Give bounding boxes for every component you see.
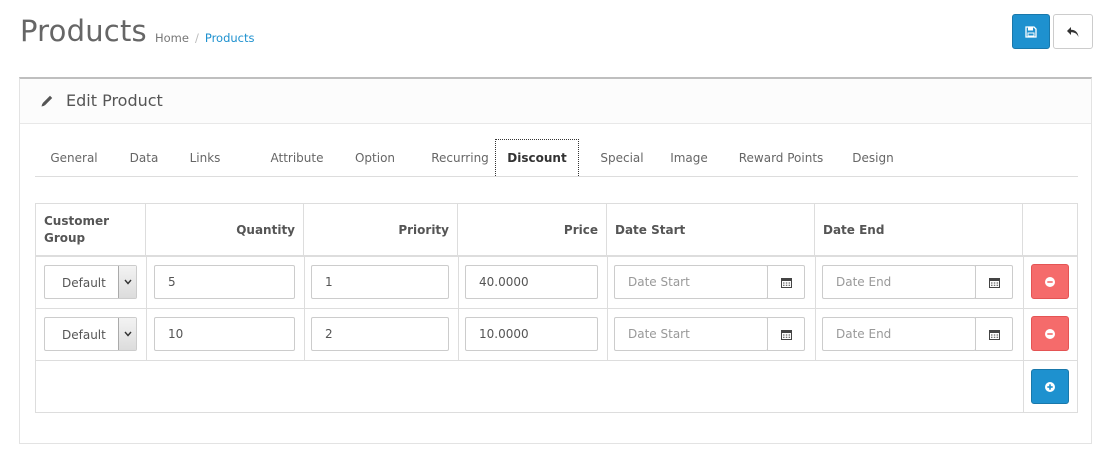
breadcrumb-home-link[interactable]: Home	[155, 31, 189, 45]
header-group-text: Group	[44, 231, 86, 245]
quantity-input[interactable]: 10	[154, 317, 295, 351]
tab-data[interactable]: Data	[123, 139, 165, 177]
minus-circle-icon	[1045, 276, 1055, 287]
add-discount-button[interactable]	[1031, 369, 1069, 404]
header-date-end: Date End	[815, 204, 1023, 256]
chevron-down-icon	[118, 266, 136, 298]
calendar-icon	[988, 277, 1000, 288]
header-divider	[36, 255, 1077, 257]
page-title: Products	[20, 14, 147, 48]
column-divider	[1023, 256, 1024, 412]
floppy-disk-icon	[1025, 25, 1037, 38]
date-end-input[interactable]: Date End	[822, 265, 976, 299]
date-start-input[interactable]: Date Start	[614, 317, 768, 351]
minus-circle-icon	[1045, 328, 1055, 339]
header-date-start: Date Start	[607, 204, 815, 256]
column-divider	[304, 256, 305, 360]
price-input[interactable]: 40.0000	[465, 265, 598, 299]
calendar-icon	[780, 329, 792, 340]
priority-input[interactable]: 2	[311, 317, 449, 351]
page-header: Products Home / Products	[0, 0, 1100, 70]
tab-design[interactable]: Design	[843, 139, 903, 177]
remove-discount-button[interactable]	[1031, 264, 1069, 299]
priority-input[interactable]: 1	[311, 265, 449, 299]
row-divider	[36, 308, 1077, 309]
column-divider	[815, 256, 816, 360]
product-tabs: General Data Links Attribute Option Recu…	[35, 139, 1078, 177]
back-button[interactable]	[1053, 14, 1093, 49]
tab-option[interactable]: Option	[343, 139, 407, 177]
date-start-calendar-button[interactable]	[767, 265, 805, 299]
header-customer-text: Customer	[44, 214, 110, 228]
date-end-input[interactable]: Date End	[822, 317, 976, 351]
save-button[interactable]	[1012, 14, 1050, 49]
column-divider	[607, 256, 608, 360]
customer-group-select[interactable]: Default	[44, 265, 137, 299]
calendar-icon	[780, 277, 792, 288]
chevron-down-icon	[118, 318, 136, 350]
plus-circle-icon	[1045, 381, 1055, 392]
row-divider	[36, 360, 1077, 361]
customer-group-select[interactable]: Default	[44, 317, 137, 351]
tab-general[interactable]: General	[35, 139, 113, 177]
remove-discount-button[interactable]	[1031, 316, 1069, 351]
tab-recurring[interactable]: Recurring	[415, 139, 505, 177]
quantity-input[interactable]: 5	[154, 265, 295, 299]
customer-group-value: Default	[62, 276, 106, 290]
header-price: Price	[458, 204, 607, 256]
date-start-input[interactable]: Date Start	[614, 265, 768, 299]
edit-product-panel: Edit Product General Data Links Attribut…	[19, 77, 1092, 444]
customer-group-value: Default	[62, 328, 106, 342]
calendar-icon	[988, 329, 1000, 340]
date-start-calendar-button[interactable]	[767, 317, 805, 351]
header-priority: Priority	[304, 204, 458, 256]
header-action	[1023, 204, 1077, 256]
panel-title: Edit Product	[66, 91, 163, 110]
tab-discount[interactable]: Discount	[495, 139, 579, 176]
panel-heading: Edit Product	[20, 79, 1091, 124]
tab-special[interactable]: Special	[587, 139, 657, 177]
date-end-calendar-button[interactable]	[975, 265, 1013, 299]
pencil-icon	[41, 95, 53, 107]
discount-table: Customer Group Quantity Priority Price D…	[35, 203, 1078, 413]
tab-reward-points[interactable]: Reward Points	[727, 139, 835, 177]
price-input[interactable]: 10.0000	[465, 317, 598, 351]
header-quantity: Quantity	[146, 204, 304, 256]
reply-arrow-icon	[1067, 26, 1079, 37]
header-customer-group: Customer Group	[36, 204, 146, 256]
date-end-calendar-button[interactable]	[975, 317, 1013, 351]
tab-links[interactable]: Links	[179, 139, 231, 177]
column-divider	[458, 256, 459, 360]
breadcrumb: Home / Products	[155, 31, 255, 45]
tab-attribute[interactable]: Attribute	[261, 139, 333, 177]
column-divider	[146, 256, 147, 360]
tab-image[interactable]: Image	[661, 139, 717, 177]
breadcrumb-products-link[interactable]: Products	[205, 31, 255, 45]
